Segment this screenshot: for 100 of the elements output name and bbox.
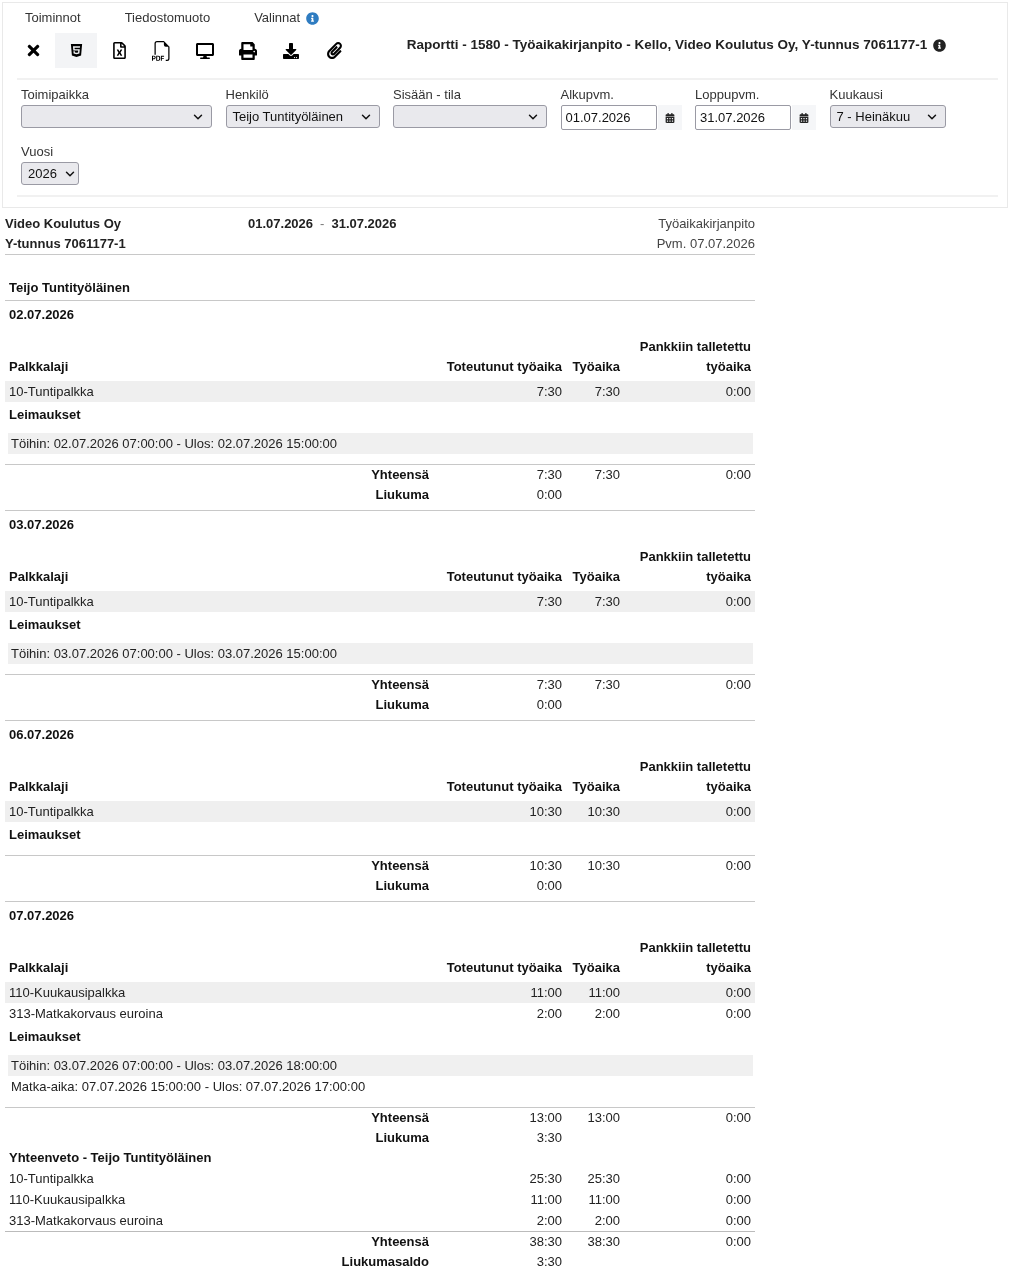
table-cell-text: 3:30 <box>535 1253 563 1271</box>
table-cell-text: 2:00 <box>593 1212 621 1230</box>
table-cell-text: 0:00 <box>724 466 752 484</box>
dropdown[interactable]: 2026 <box>21 162 79 185</box>
toolbar-button[interactable] <box>55 33 97 68</box>
calendar-button[interactable] <box>792 105 816 130</box>
business-id: Y-tunnus 7061177-1 <box>5 235 126 253</box>
menu-item[interactable]: Valinnat <box>254 9 301 27</box>
section-label: Leimaukset <box>8 1028 82 1046</box>
total-label: Yhteensä <box>370 857 430 875</box>
column-header: Työaika <box>571 778 621 796</box>
table-cell-text: 0:00 <box>724 593 752 611</box>
dropdown[interactable]: Teijo Tuntityöläinen <box>225 105 380 128</box>
table-cell-text: 313-Matkakorvaus euroina <box>8 1005 164 1023</box>
table-cell-text: 110-Kuukausipalkka <box>8 984 127 1002</box>
column-header: Palkkalaji <box>8 568 70 586</box>
total-label: Liukuma <box>374 486 430 504</box>
menu-item[interactable]: Tiedostomuoto <box>124 9 211 27</box>
table-cell-text: 10:30 <box>528 857 563 875</box>
field-label: Loppupvm. <box>695 87 761 103</box>
table-cell-text: 13:00 <box>586 1109 621 1127</box>
date-heading: 07.07.2026 <box>8 907 76 925</box>
total-label: Yhteensä <box>370 466 430 484</box>
table-cell-text: 10-Tuntipalkka <box>8 383 95 401</box>
table-cell-text: 0:00 <box>535 696 563 714</box>
table-cell-text: 10-Tuntipalkka <box>8 593 95 611</box>
table-cell-text: 313-Matkakorvaus euroina <box>8 1212 164 1230</box>
spreadsheet-file-icon <box>110 42 128 59</box>
company-name: Video Koulutus Oy <box>5 215 122 233</box>
column-header: Työaika <box>571 959 621 977</box>
table-cell-text: 25:30 <box>528 1170 563 1188</box>
total-label: Yhteensä <box>370 1233 430 1251</box>
table-cell-text: 0:00 <box>535 486 563 504</box>
menu-item[interactable]: Toiminnot <box>25 9 81 27</box>
field-label: Kuukausi <box>829 87 884 103</box>
table-cell-text: 10:30 <box>586 803 621 821</box>
table-cell-text: 7:30 <box>535 383 563 401</box>
table-cell-text: 0:00 <box>724 803 752 821</box>
table-cell-text: 10:30 <box>528 803 563 821</box>
table-cell-text: 10-Tuntipalkka <box>8 803 95 821</box>
period-separator: - <box>320 215 325 233</box>
date-field[interactable]: 01.07.2026 <box>560 105 657 130</box>
column-header: Palkkalaji <box>8 959 70 977</box>
date-field[interactable]: 31.07.2026 <box>695 105 791 130</box>
dropdown[interactable]: 7 - Heinäkuu <box>829 105 946 128</box>
table-cell-text: 2:00 <box>593 1005 621 1023</box>
table-cell-text: 0:00 <box>724 383 752 401</box>
field-label: Henkilö <box>225 87 270 103</box>
total-label: Liukuma <box>374 696 430 714</box>
field-label: Toimipaikka <box>21 87 90 103</box>
table-cell-text: 11:00 <box>587 1191 621 1209</box>
table-cell-text: 0:00 <box>535 877 563 895</box>
table-cell-text: 7:30 <box>593 466 621 484</box>
table-cell-text: 110-Kuukausipalkka <box>8 1191 127 1209</box>
summary-heading: Yhteenveto - Teijo Tuntityöläinen <box>8 1149 213 1167</box>
table-cell-text: 0:00 <box>724 1212 752 1230</box>
table-cell-text: 3:30 <box>535 1129 563 1147</box>
column-header: Työaika <box>571 358 621 376</box>
total-label: Yhteensä <box>370 676 430 694</box>
field-label: Sisään - tila <box>393 87 462 103</box>
table-cell-text: 11:00 <box>529 1191 563 1209</box>
column-header: Palkkalaji <box>8 358 70 376</box>
field-label: Alkupvm. <box>560 87 615 103</box>
table-cell-text: 25:30 <box>586 1170 621 1188</box>
period-end: 31.07.2026 <box>331 215 397 233</box>
table-cell-text: 0:00 <box>724 676 752 694</box>
column-header: Toteutunut työaika <box>445 959 563 977</box>
calendar-button[interactable] <box>657 105 682 130</box>
monitor-icon <box>196 41 214 60</box>
date-heading: 06.07.2026 <box>8 726 76 744</box>
total-label: Liukumasaldo <box>340 1253 430 1271</box>
column-header: Toteutunut työaika <box>445 358 563 376</box>
stamp-entry: Töihin: 03.07.2026 07:00:00 - Ulos: 03.07.2026 15:00:00 <box>8 643 753 664</box>
table-cell-text: 0:00 <box>724 857 752 875</box>
table-cell-text: 7:30 <box>535 593 563 611</box>
period-start: 01.07.2026 <box>248 215 314 233</box>
column-header: Toteutunut työaika <box>445 778 563 796</box>
column-header: Toteutunut työaika <box>445 568 563 586</box>
table-cell-text: 0:00 <box>724 1170 752 1188</box>
table-cell-text: 10:30 <box>586 857 621 875</box>
table-cell-text: 13:00 <box>528 1109 563 1127</box>
calendar-icon <box>799 112 809 123</box>
table-cell-text: 10-Tuntipalkka <box>8 1170 95 1188</box>
table-cell-text: 2:00 <box>535 1212 563 1230</box>
stamp-entry: Töihin: 02.07.2026 07:00:00 - Ulos: 02.07.2026 15:00:00 <box>8 433 753 454</box>
paperclip-icon <box>325 42 343 59</box>
table-cell-text: 7:30 <box>593 676 621 694</box>
section-label: Leimaukset <box>8 616 82 634</box>
column-header: Palkkalaji <box>8 778 70 796</box>
table-cell-text: 7:30 <box>593 593 621 611</box>
date-heading: 03.07.2026 <box>8 516 76 534</box>
table-cell-text: 0:00 <box>724 1191 752 1209</box>
report-name: Työaikakirjanpito <box>658 215 755 233</box>
total-label: Liukuma <box>374 877 430 895</box>
table-cell-text: 7:30 <box>535 676 563 694</box>
section-label: Leimaukset <box>8 406 82 424</box>
html5-icon <box>68 43 84 58</box>
table-cell-text: 0:00 <box>724 1109 752 1127</box>
printer-icon <box>239 41 257 60</box>
column-header: Pankkiin talletettu työaika <box>638 939 752 977</box>
